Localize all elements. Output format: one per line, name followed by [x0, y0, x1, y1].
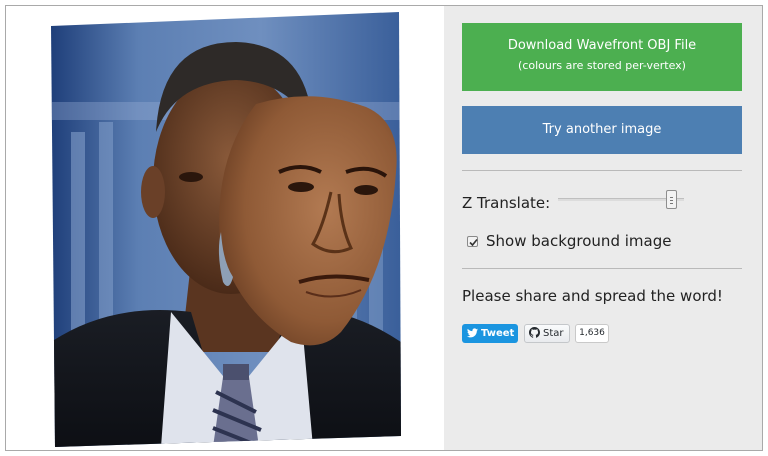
divider: [462, 170, 742, 171]
download-obj-sublabel: (colours are stored per-vertex): [518, 59, 686, 72]
checkmark-icon: [469, 238, 478, 247]
face-render[interactable]: [51, 12, 401, 447]
github-star-button[interactable]: Star: [524, 324, 570, 343]
show-background-label[interactable]: Show background image: [486, 232, 671, 250]
z-translate-slider[interactable]: [558, 190, 684, 209]
download-obj-label: Download Wavefront OBJ File: [507, 38, 697, 53]
twitter-bird-icon: [467, 328, 478, 338]
z-translate-label: Z Translate:: [462, 194, 551, 212]
github-octocat-icon: [529, 327, 540, 338]
show-background-checkbox[interactable]: [467, 236, 478, 247]
star-count-badge[interactable]: 1,636: [575, 324, 609, 343]
try-another-image-button[interactable]: Try another image: [462, 106, 742, 154]
control-panel: Download Wavefront OBJ File (colours are…: [444, 6, 762, 450]
share-text: Please share and spread the word!: [462, 287, 723, 305]
app-frame: Download Wavefront OBJ File (colours are…: [5, 5, 763, 451]
star-label: Star: [543, 328, 564, 339]
slider-thumb[interactable]: [666, 190, 677, 209]
tweet-label: Tweet: [481, 328, 515, 339]
3d-viewer[interactable]: [6, 6, 444, 450]
divider: [462, 268, 742, 269]
tweet-button[interactable]: Tweet: [462, 324, 518, 343]
download-obj-button[interactable]: Download Wavefront OBJ File (colours are…: [462, 23, 742, 91]
